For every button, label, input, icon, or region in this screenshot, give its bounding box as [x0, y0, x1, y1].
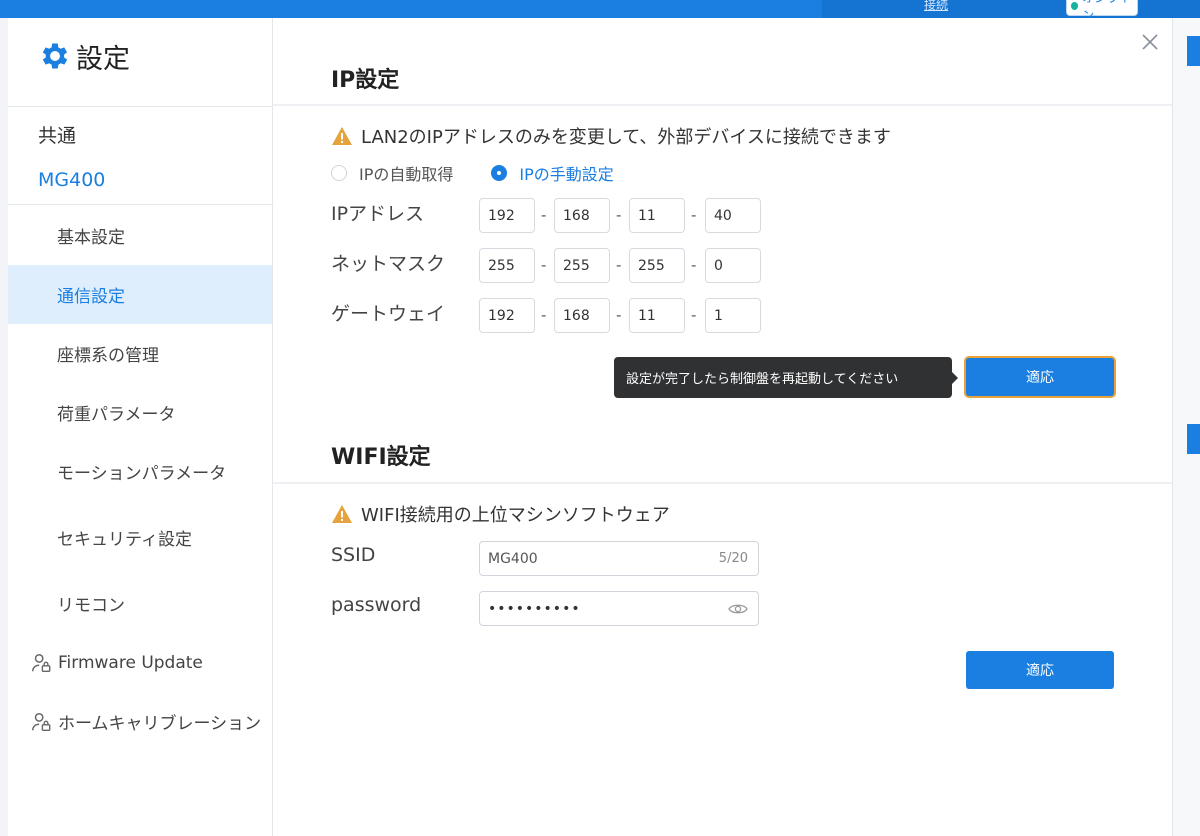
- ssid-input[interactable]: MG400 5/20: [479, 541, 759, 576]
- sidebar-item-label: リモコン: [57, 596, 125, 616]
- password-input[interactable]: ••••••••••: [479, 591, 759, 626]
- ip-section-title: IP設定: [331, 68, 400, 93]
- sidebar-item-motion-parameters[interactable]: モーションパラメータ: [8, 442, 272, 501]
- background-blue-block: [1187, 424, 1200, 454]
- netmask-label: ネットマスク: [331, 253, 446, 275]
- ip-octet-4[interactable]: 40: [705, 198, 761, 233]
- separator-dash: -: [541, 256, 547, 274]
- background-connect-link[interactable]: 接続: [924, 0, 948, 13]
- background-left-strip: [0, 18, 8, 836]
- separator-dash: -: [616, 206, 622, 224]
- gear-icon: [42, 43, 68, 69]
- ip-apply-button[interactable]: 適応: [966, 358, 1114, 396]
- settings-title-label: 設定: [76, 43, 130, 75]
- gateway-label: ゲートウェイ: [331, 303, 446, 325]
- background-header-right: [822, 0, 1200, 18]
- netmask-octet-1[interactable]: 255: [479, 248, 535, 283]
- gateway-octet-2[interactable]: 168: [554, 298, 610, 333]
- user-lock-icon: [32, 653, 51, 672]
- divider: [8, 106, 273, 107]
- settings-title: 設定: [38, 36, 130, 76]
- close-icon[interactable]: [1140, 32, 1160, 52]
- ip-warning: LAN2のIPアドレスのみを変更して、外部デバイスに接続できます: [331, 123, 891, 149]
- restart-tooltip: 設定が完了したら制御盤を再起動してください: [614, 357, 958, 398]
- sidebar-group-mg400[interactable]: MG400: [38, 169, 105, 191]
- gateway-octet-4[interactable]: 1: [705, 298, 761, 333]
- separator-dash: -: [691, 256, 697, 274]
- sidebar-item-label: 基本設定: [57, 228, 125, 248]
- wifi-warning: WIFI接続用の上位マシンソフトウェア: [331, 501, 670, 527]
- settings-sidebar: 設定 共通 MG400 基本設定 通信設定 座標系の管理 荷重パラメータ モーシ…: [8, 18, 273, 836]
- sidebar-item-label: ホームキャリブレーション: [58, 714, 262, 734]
- password-label: password: [331, 594, 422, 616]
- separator-dash: -: [541, 206, 547, 224]
- background-right-strip: [1172, 18, 1200, 836]
- warning-icon: [332, 505, 352, 523]
- divider: [8, 204, 273, 205]
- background-blue-block: [1187, 36, 1200, 66]
- radio-ip-auto-label: IPの自動取得: [359, 165, 454, 184]
- separator-dash: -: [691, 206, 697, 224]
- sidebar-item-label: モーションパラメータ: [57, 464, 227, 484]
- ip-warning-text: LAN2のIPアドレスのみを変更して、外部デバイスに接続できます: [361, 127, 891, 148]
- sidebar-item-security[interactable]: セキュリティ設定: [8, 508, 272, 567]
- wifi-warning-text: WIFI接続用の上位マシンソフトウェア: [361, 505, 670, 526]
- sidebar-item-basic-settings[interactable]: 基本設定: [8, 206, 272, 265]
- ip-octet-2[interactable]: 168: [554, 198, 610, 233]
- sidebar-item-communication[interactable]: 通信設定: [8, 265, 272, 324]
- ssid-value: MG400: [488, 550, 538, 567]
- sidebar-group-common[interactable]: 共通: [38, 121, 76, 148]
- ip-octet-3[interactable]: 11: [629, 198, 685, 233]
- sidebar-item-label: セキュリティ設定: [57, 530, 192, 550]
- netmask-octet-4[interactable]: 0: [705, 248, 761, 283]
- user-lock-icon: [32, 712, 51, 731]
- radio-ip-manual[interactable]: IPの手動設定: [491, 161, 614, 185]
- radio-circle: [491, 165, 508, 181]
- gateway-octet-3[interactable]: 11: [629, 298, 685, 333]
- radio-ip-manual-label: IPの手動設定: [519, 165, 614, 184]
- wifi-apply-button[interactable]: 適応: [966, 651, 1114, 689]
- radio-ip-auto[interactable]: IPの自動取得: [331, 161, 453, 185]
- sidebar-item-firmware-update[interactable]: Firmware Update: [8, 633, 272, 692]
- sidebar-item-label: 通信設定: [57, 287, 125, 307]
- sidebar-item-coordinate-system[interactable]: 座標系の管理: [8, 324, 272, 383]
- ssid-char-count: 5/20: [718, 551, 748, 566]
- sidebar-item-label: 座標系の管理: [57, 346, 159, 366]
- separator-dash: -: [691, 306, 697, 324]
- sidebar-item-remote-control[interactable]: リモコン: [8, 574, 272, 633]
- netmask-octet-3[interactable]: 255: [629, 248, 685, 283]
- warning-icon: [332, 127, 352, 145]
- gateway-octet-1[interactable]: 192: [479, 298, 535, 333]
- radio-circle: [331, 165, 347, 181]
- ssid-label: SSID: [331, 544, 376, 566]
- netmask-octet-2[interactable]: 255: [554, 248, 610, 283]
- sidebar-item-label: 荷重パラメータ: [57, 405, 176, 425]
- password-value: ••••••••••: [488, 600, 581, 617]
- divider: [273, 482, 1172, 484]
- divider: [273, 104, 1172, 106]
- online-status-badge: オンライン: [1066, 0, 1138, 22]
- wifi-section-title: WIFI設定: [331, 445, 431, 470]
- ip-octet-1[interactable]: 192: [479, 198, 535, 233]
- sidebar-item-home-calibration[interactable]: ホームキャリブレーション: [8, 692, 272, 751]
- ip-address-label: IPアドレス: [331, 203, 425, 225]
- eye-icon[interactable]: [728, 602, 748, 616]
- sidebar-item-label: Firmware Update: [58, 652, 203, 673]
- settings-dialog: 設定 共通 MG400 基本設定 通信設定 座標系の管理 荷重パラメータ モーシ…: [8, 18, 1172, 836]
- separator-dash: -: [616, 306, 622, 324]
- separator-dash: -: [541, 306, 547, 324]
- online-dot-icon: [1071, 2, 1079, 10]
- ip-mode-radio-group: IPの自動取得 IPの手動設定: [331, 161, 614, 185]
- settings-content: IP設定 LAN2のIPアドレスのみを変更して、外部デバイスに接続できます IP…: [273, 18, 1172, 836]
- separator-dash: -: [616, 256, 622, 274]
- sidebar-item-load-parameters[interactable]: 荷重パラメータ: [8, 383, 272, 442]
